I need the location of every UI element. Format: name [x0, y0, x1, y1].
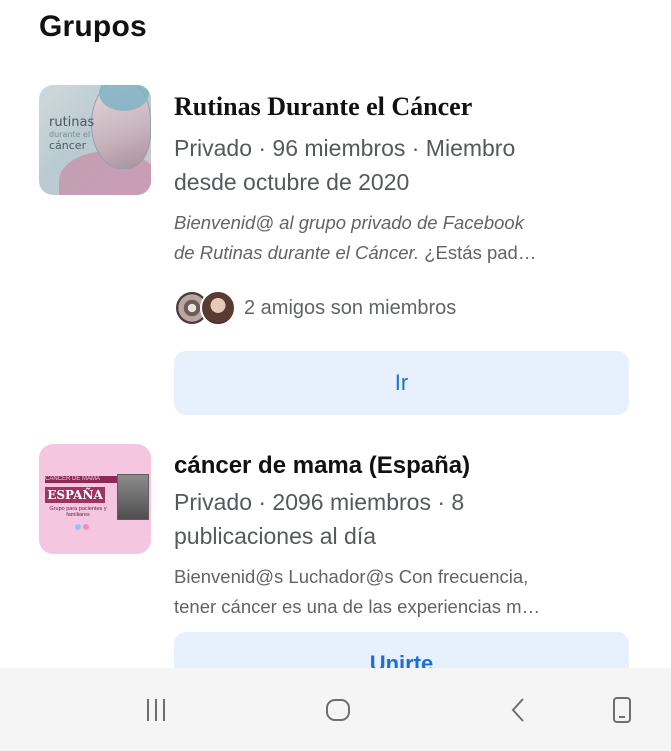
group-name-link[interactable]: cáncer de mama (España)	[174, 452, 470, 480]
group-description-line-2-rest: ¿Estás pad…	[419, 242, 537, 263]
group-description-line-1: Bienvenid@s Luchador@s Con frecuencia,	[174, 566, 529, 587]
thumbnail-banner-sub: Grupo para pacientes y familiares	[49, 506, 107, 518]
group-description: Bienvenid@s Luchador@s Con frecuencia, t…	[174, 562, 624, 622]
thumbnail-photo	[117, 474, 149, 520]
back-icon[interactable]	[479, 668, 559, 751]
group-thumbnail-rutinas[interactable]: rutinas durante el cáncer	[39, 85, 151, 195]
ribbon-icon	[83, 524, 89, 530]
rotate-screen-icon[interactable]	[582, 668, 662, 751]
thumbnail-text-2: durante el	[49, 130, 91, 139]
group-meta: Privado · 96 miembros · Miembro desde oc…	[174, 131, 634, 199]
thumbnail-banner-top: CÁNCER DE MAMA	[45, 476, 117, 483]
group-description: Bienvenid@ al grupo privado de Facebook …	[174, 208, 624, 268]
group-description-line-2-italic: de Rutinas durante el Cáncer.	[174, 242, 420, 263]
group-meta-line-2: publicaciones al día	[174, 523, 377, 549]
group-meta-line-2: desde octubre de 2020	[174, 169, 410, 195]
group-thumbnail-cancer-mama[interactable]: CÁNCER DE MAMA ESPAÑA Grupo para pacient…	[39, 444, 151, 554]
group-meta: Privado · 2096 miembros · 8 publicacione…	[174, 485, 634, 553]
friend-avatar	[200, 290, 236, 326]
group-name-link[interactable]: Rutinas Durante el Cáncer	[174, 92, 472, 122]
group-description-line-2: tener cáncer es una de las experiencias …	[174, 596, 541, 617]
friends-members-text: 2 amigos son miembros	[244, 296, 457, 319]
ribbon-icon	[75, 524, 81, 530]
group-description-line-1: Bienvenid@ al grupo privado de Facebook	[174, 212, 524, 233]
system-navigation-bar	[0, 668, 671, 751]
thumbnail-text-3: cáncer	[49, 139, 87, 152]
go-to-group-button[interactable]: Ir	[174, 351, 629, 415]
group-meta-line-1: Privado · 2096 miembros · 8	[174, 489, 465, 515]
group-meta-line-1: Privado · 96 miembros · Miembro	[174, 135, 516, 161]
thumbnail-banner-main: ESPAÑA	[45, 487, 105, 503]
group-description-line-2: de Rutinas durante el Cáncer. ¿Estás pad…	[174, 238, 624, 268]
recents-icon[interactable]	[116, 668, 196, 751]
thumbnail-text-1: rutinas	[49, 115, 95, 130]
home-icon[interactable]	[298, 668, 378, 751]
section-title: Grupos	[39, 10, 147, 43]
friends-members-row[interactable]: 2 amigos son miembros	[174, 286, 456, 330]
